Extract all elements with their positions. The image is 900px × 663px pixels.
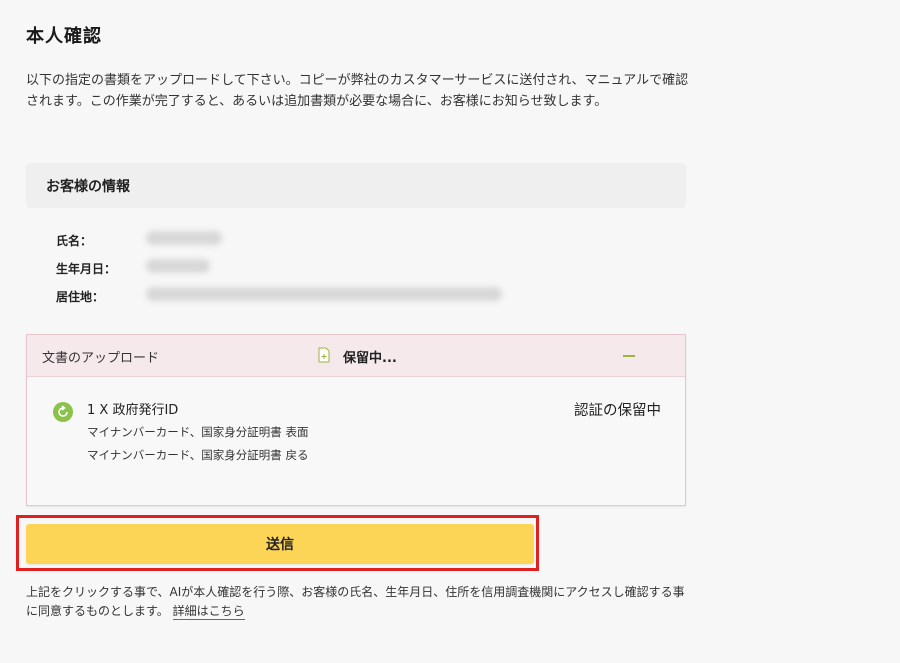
consent-text: 上記をクリックする事で、AIが本人確認を行う際、お客様の氏名、生年月日、住所を信… bbox=[26, 583, 696, 621]
document-item-line-back: マイナンバーカード、国家身分証明書 戻る bbox=[87, 448, 309, 462]
minus-icon[interactable] bbox=[623, 355, 635, 357]
intro-text: 以下の指定の書類をアップロードして下さい。コピーが弊社のカスタマーサービスに送付… bbox=[26, 73, 689, 109]
document-upload-header[interactable]: 文書のアップロード 保留中... bbox=[27, 335, 685, 377]
document-item-line-front: マイナンバーカード、国家身分証明書 表面 bbox=[87, 425, 309, 439]
name-label: 氏名： bbox=[56, 234, 93, 248]
address-value-redacted bbox=[146, 287, 502, 301]
document-item-status: 認証の保留中 bbox=[574, 403, 661, 419]
identity-verification-page: 本人確認 以下の指定の書類をアップロードして下さい。コピーが弊社のカスタマーサー… bbox=[0, 0, 900, 663]
document-plus-icon bbox=[318, 347, 330, 363]
page-title: 本人確認 bbox=[26, 26, 102, 47]
customer-info-header: お客様の情報 bbox=[26, 163, 686, 208]
customer-info-header-label: お客様の情報 bbox=[46, 179, 130, 195]
upload-status-label: 保留中... bbox=[343, 351, 397, 366]
address-label: 居住地： bbox=[56, 290, 105, 304]
refresh-icon bbox=[53, 402, 73, 422]
submit-button[interactable]: 送信 bbox=[26, 524, 534, 564]
name-value-redacted bbox=[146, 231, 222, 245]
document-upload-panel: 文書のアップロード 保留中... 1 X 政府発行ID マイナンバーカード、国家… bbox=[26, 334, 686, 506]
birthdate-label: 生年月日： bbox=[56, 262, 117, 276]
consent-body: 上記をクリックする事で、AIが本人確認を行う際、お客様の氏名、生年月日、住所を信… bbox=[26, 585, 685, 618]
document-item-title: 1 X 政府発行ID bbox=[87, 403, 179, 418]
document-upload-label: 文書のアップロード bbox=[42, 351, 160, 366]
details-link[interactable]: 詳細はこちら bbox=[172, 604, 245, 620]
birthdate-value-redacted bbox=[146, 259, 210, 273]
